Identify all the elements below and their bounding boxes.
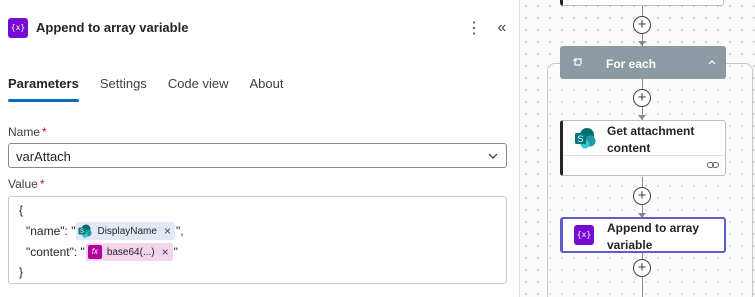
name-dropdown-value: varAttach [16,149,71,164]
loop-icon [573,58,582,66]
name-dropdown[interactable]: varAttach [8,143,507,168]
editor-line: "content": " fx base64(...) × " [26,243,178,261]
name-field-label: Name * [8,125,47,139]
required-marker: * [42,125,47,139]
tab-about[interactable]: About [250,76,284,102]
add-step-button[interactable]: + [633,187,651,205]
panel-header: {x} Append to array variable ⋮ « [0,0,518,58]
value-editor[interactable]: { "name": " S DisplayName × ", "content"… [8,196,507,284]
svg-text:S: S [577,134,583,144]
svg-text:S: S [80,229,84,235]
variable-icon: {x} [8,18,28,38]
variable-icon: {x} [574,225,594,245]
foreach-header[interactable]: For each [560,46,726,79]
more-options-button[interactable]: ⋮ [466,18,482,40]
card-title: Append to array variable [607,221,700,252]
sharepoint-icon: S [78,224,92,238]
add-step-button[interactable]: + [633,259,651,277]
content-suffix-text: " [173,245,178,259]
card-divider [563,155,725,156]
tab-parameters[interactable]: Parameters [8,76,79,102]
editor-line: } [19,265,23,279]
chevron-up-icon[interactable] [707,57,717,67]
editor-line: { [19,203,23,217]
tab-settings[interactable]: Settings [100,76,147,102]
add-step-button[interactable]: + [633,16,651,34]
collapse-panel-button[interactable]: « [494,18,510,40]
remove-token-icon[interactable]: × [164,224,171,238]
action-details-panel: {x} Append to array variable ⋮ « Paramet… [0,0,518,297]
tab-list: Parameters Settings Code view About [8,76,305,102]
editor-line: "name": " S DisplayName × ", [26,222,184,240]
get-attachment-content-card[interactable]: S Get attachment content [560,120,726,176]
remove-token-icon[interactable]: × [162,245,169,259]
value-label-text: Value [8,177,38,191]
foreach-title: For each [606,57,657,71]
open-brace: { [19,203,24,217]
name-label-text: Name [8,125,41,139]
close-brace: } [19,265,24,279]
name-suffix-text: ", [175,224,184,238]
base64-expression-token[interactable]: fx base64(...) × [85,243,173,261]
link-icon [707,162,719,168]
flow-canvas[interactable]: + For each + S Get attachment content + … [519,0,755,297]
card-title: Get attachment content [607,124,695,155]
add-step-button[interactable]: + [633,89,651,107]
content-key-text: "content": " [26,245,85,259]
append-to-array-variable-card[interactable]: {x} Append to array variable [560,217,726,253]
required-marker: * [39,177,45,191]
displayname-token[interactable]: S DisplayName × [76,222,175,240]
value-field-label: Value * [8,177,44,191]
panel-title: Append to array variable [36,20,189,35]
sharepoint-icon: S [575,128,596,149]
function-icon: fx [87,245,102,259]
tab-code-view[interactable]: Code view [168,76,229,102]
name-key-text: "name": " [26,224,76,238]
token-label: base64(...) [106,246,155,258]
chevron-down-icon[interactable] [487,150,499,162]
token-label: DisplayName [97,225,157,237]
